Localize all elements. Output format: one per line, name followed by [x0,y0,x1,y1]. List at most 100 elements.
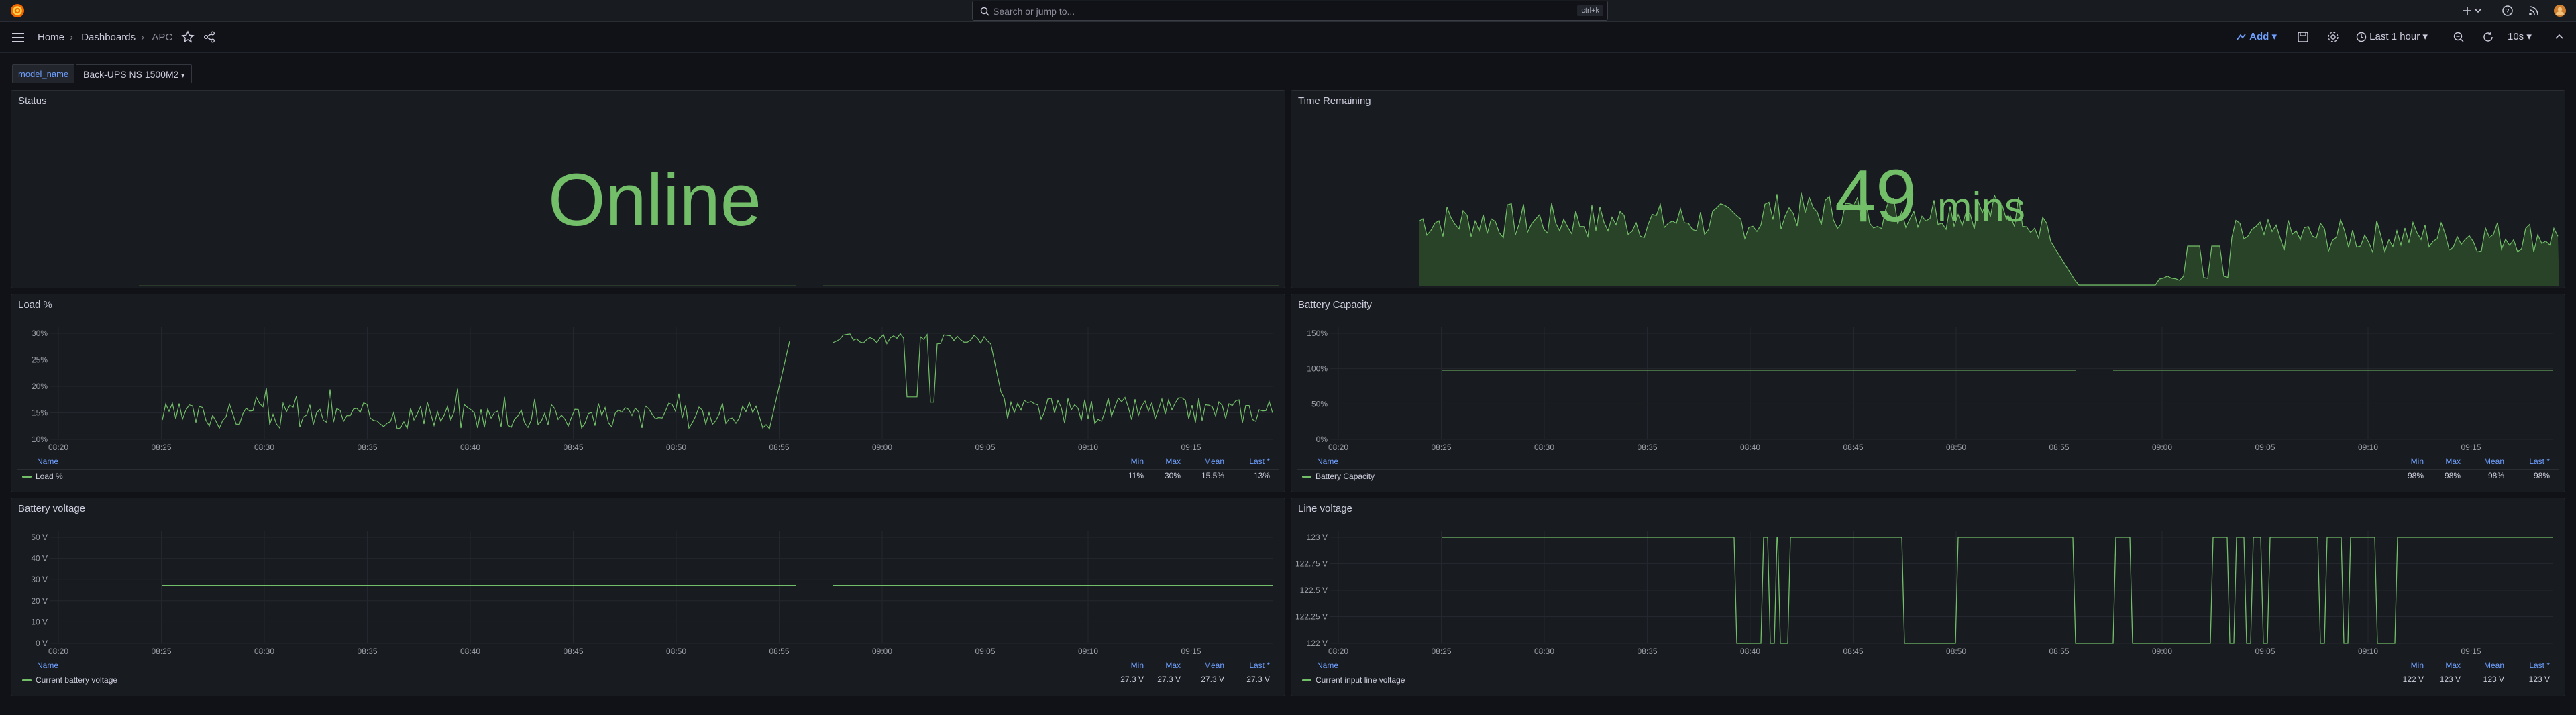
breadcrumb-dashboards[interactable]: Dashboards [81,32,136,43]
legend-min: 98% [2407,471,2424,480]
legend-min: 27.3 V [1120,675,1144,684]
time-remaining-panel[interactable]: Time Remaining 49 mins [1291,90,2565,288]
x-tick-label: 09:05 [2255,443,2275,452]
star-favorite-icon[interactable] [181,30,195,44]
search-shortcut-badge: ctrl+k [1577,5,1603,16]
battery-voltage-panel[interactable]: Battery voltage 08:20 08:25 08:30 08:35 08:4… [11,498,1285,696]
x-tick-label: 08:35 [357,443,377,452]
legend-min-header[interactable]: Min [1104,661,1144,670]
y-tick-label: 122.25 V [1295,612,1328,622]
x-tick-label: 09:10 [1078,647,1098,656]
y-tick-label: 50% [1311,399,1328,408]
add-panel-icon [2237,34,2246,40]
x-tick-label: 08:30 [1534,443,1554,452]
legend-header: Name Min Max Mean Last * [17,661,1279,671]
settings-gear-icon[interactable] [2327,31,2339,43]
legend-max-header[interactable]: Max [2420,661,2461,670]
y-tick-label: 10 V [31,617,48,626]
y-tick-label: 30% [32,329,48,338]
x-tick-label: 08:45 [1843,443,1863,452]
legend-max-header[interactable]: Max [1140,661,1181,670]
line-voltage-panel[interactable]: Line voltage 08:20 08:25 08:30 08:35 08:40 08… [1291,498,2565,696]
legend-row[interactable]: Load % 11% 30% 15.5% 13% [17,469,1279,482]
time-range-picker[interactable]: Last 1 hour ▾ [2356,30,2428,42]
legend-last-header[interactable]: Last * [1230,457,1270,466]
legend-min-header[interactable]: Min [1104,457,1144,466]
refresh-interval-label: 10s [2508,31,2524,42]
help-icon[interactable]: ? [2501,4,2514,17]
x-tick-label: 08:50 [666,647,686,656]
legend-series-name: Battery Capacity [1316,472,1375,481]
x-tick-label: 09:05 [975,647,995,656]
status-panel[interactable]: Status Online [11,90,1285,288]
time-remaining-number: 49 [1835,155,1917,237]
legend-name-header[interactable]: Name [37,661,58,670]
x-tick-label: 09:15 [1181,647,1201,656]
legend-max: 30% [1164,471,1181,480]
legend-row[interactable]: Current battery voltage 27.3 V 27.3 V 27… [17,673,1279,686]
sparkline-baseline [139,285,796,286]
legend-row[interactable]: Current input line voltage 122 V 123 V 1… [1297,673,2559,686]
variable-select[interactable]: Back-UPS NS 1500M2 ▾ [76,64,193,83]
legend-max-header[interactable]: Max [2420,457,2461,466]
legend-last: 13% [1253,471,1270,480]
y-tick-label: 40 V [31,554,48,563]
legend-min-header[interactable]: Min [2383,457,2424,466]
legend-mean-header[interactable]: Mean [2464,661,2504,670]
svg-text:?: ? [2506,8,2509,15]
grafana-logo-icon[interactable] [9,3,25,19]
share-icon[interactable] [203,30,216,44]
legend-mean: 27.3 V [1201,675,1224,684]
x-tick-label: 08:35 [357,647,377,656]
y-tick-label: 20 V [31,596,48,606]
x-tick-label: 09:00 [872,443,892,452]
menu-hamburger-icon[interactable] [11,32,25,44]
legend-last: 98% [2533,471,2550,480]
refresh-icon[interactable] [2482,31,2494,43]
legend-mean-header[interactable]: Mean [1184,661,1224,670]
time-remaining-unit: mins [1937,184,2025,231]
legend-mean: 98% [2487,471,2504,480]
y-tick-label: 20% [32,382,48,391]
zoom-out-icon[interactable] [2453,31,2465,43]
x-tick-label: 08:25 [1431,443,1451,452]
y-tick-label: 100% [1307,364,1328,374]
chevron-down-icon[interactable] [2471,4,2485,17]
load-panel[interactable]: Load % 08:20 08:25 08:30 08:35 08:40 08:45 08:… [11,294,1285,492]
save-icon[interactable] [2297,31,2309,43]
x-tick-label: 08:20 [1328,647,1348,656]
time-remaining-value: 49 mins [1835,154,2025,239]
add-button-label: Add [2249,31,2269,42]
legend-last-header[interactable]: Last * [2510,661,2550,670]
news-rss-icon[interactable] [2527,4,2540,17]
legend-mean-header[interactable]: Mean [2464,457,2504,466]
legend-name-header[interactable]: Name [1317,661,1338,670]
search-input[interactable]: Search or jump to... ctrl+k [972,1,1608,21]
legend-last: 123 V [2528,675,2550,684]
y-tick-label: 150% [1307,329,1328,338]
legend-name-header[interactable]: Name [37,457,58,466]
x-tick-label: 08:35 [1637,443,1657,452]
legend-last-header[interactable]: Last * [2510,457,2550,466]
add-button[interactable]: Add ▾ [2236,30,2277,42]
chevron-up-icon[interactable] [2553,31,2565,43]
legend-name-header[interactable]: Name [1317,457,1338,466]
legend-row[interactable]: Battery Capacity 98% 98% 98% 98% [1297,469,2559,482]
x-tick-label: 08:50 [1946,443,1966,452]
breadcrumb-home[interactable]: Home [38,32,64,43]
x-tick-label: 08:40 [1740,647,1760,656]
legend-mean-header[interactable]: Mean [1184,457,1224,466]
search-icon [980,7,989,16]
user-avatar[interactable] [2553,4,2567,17]
x-tick-label: 08:40 [460,647,480,656]
x-tick-label: 08:45 [563,647,583,656]
battery-capacity-panel[interactable]: Battery Capacity 08:20 08:25 08:30 08:35 08:… [1291,294,2565,492]
refresh-interval-picker[interactable]: 10s ▾ [2508,30,2532,42]
y-tick-label: 30 V [31,575,48,584]
legend-last-header[interactable]: Last * [1230,661,1270,670]
variable-value: Back-UPS NS 1500M2 [83,69,179,80]
legend-max-header[interactable]: Max [1140,457,1181,466]
x-tick-label: 09:05 [2255,647,2275,656]
legend-min-header[interactable]: Min [2383,661,2424,670]
x-tick-label: 08:55 [2049,443,2069,452]
